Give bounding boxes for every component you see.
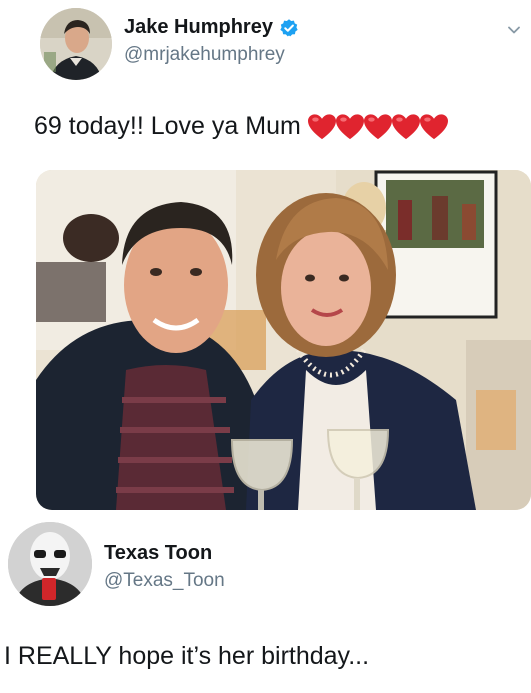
verified-badge-icon — [280, 18, 298, 36]
red-heart-icon — [391, 113, 420, 139]
chevron-down-icon[interactable] — [506, 22, 522, 38]
reply-author-name[interactable]: Texas Toon — [104, 542, 212, 565]
red-heart-icon — [307, 113, 336, 139]
author-handle[interactable]: @mrjakehumphrey — [124, 44, 285, 66]
reply-text: I REALLY hope it’s her birthday... — [4, 642, 370, 670]
reply-author-avatar[interactable] — [8, 522, 92, 606]
author-name-row: Jake Humphrey — [124, 16, 299, 39]
author-avatar[interactable] — [40, 8, 112, 80]
red-heart-icon — [419, 113, 448, 139]
tweet-header: Jake Humphrey @mrjakehumphrey — [40, 8, 520, 80]
attached-photo[interactable] — [36, 170, 531, 510]
reply-author-handle[interactable]: @Texas_Toon — [104, 570, 225, 592]
author-display-name[interactable]: Jake Humphrey — [124, 16, 273, 39]
heart-emoji-group — [307, 113, 448, 141]
red-heart-icon — [335, 113, 364, 139]
tweet-text: 69 today!! Love ya Mum — [34, 112, 301, 140]
red-heart-icon — [363, 113, 392, 139]
tweet-text-row: 69 today!! Love ya Mum — [34, 112, 448, 141]
